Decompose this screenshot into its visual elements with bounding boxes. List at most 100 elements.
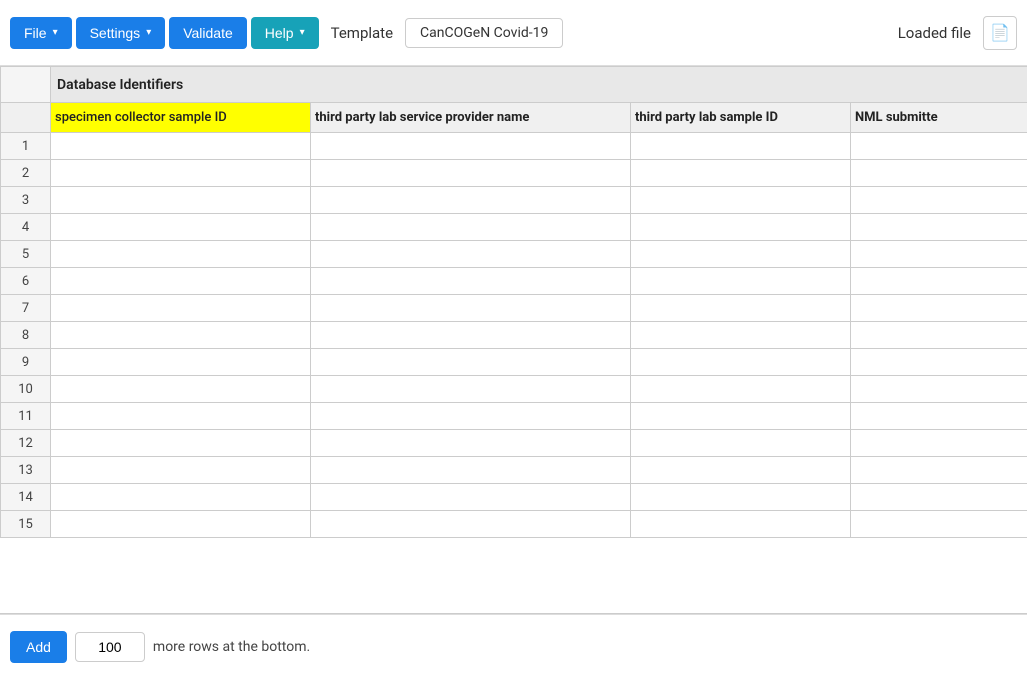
col-header-1[interactable]: third party lab service provider name <box>311 103 631 133</box>
table-row: 1 <box>1 133 1027 160</box>
group-header-cell: Database Identifiers <box>51 67 1027 103</box>
data-cell[interactable] <box>311 430 631 457</box>
rows-input[interactable] <box>75 632 145 662</box>
data-cell[interactable] <box>851 403 1027 430</box>
data-cell[interactable] <box>851 376 1027 403</box>
data-cell[interactable] <box>51 160 311 187</box>
data-cell[interactable] <box>851 160 1027 187</box>
data-cell[interactable] <box>631 376 851 403</box>
data-cell[interactable] <box>851 430 1027 457</box>
data-cell[interactable] <box>51 403 311 430</box>
validate-button[interactable]: Validate <box>169 17 247 49</box>
data-cell[interactable] <box>311 376 631 403</box>
data-cell[interactable] <box>311 511 631 538</box>
data-cell[interactable] <box>851 268 1027 295</box>
row-number-cell: 12 <box>1 430 51 457</box>
data-cell[interactable] <box>311 241 631 268</box>
table-row: 6 <box>1 268 1027 295</box>
data-cell[interactable] <box>851 133 1027 160</box>
data-cell[interactable] <box>631 295 851 322</box>
data-cell[interactable] <box>851 484 1027 511</box>
spreadsheet-container[interactable]: Database Identifiers specimen collector … <box>0 66 1027 614</box>
bottom-toolbar: Add more rows at the bottom. <box>0 614 1027 679</box>
data-cell[interactable] <box>311 214 631 241</box>
col-header-0[interactable]: specimen collector sample ID <box>51 103 311 133</box>
data-cell[interactable] <box>311 484 631 511</box>
row-number-cell: 3 <box>1 187 51 214</box>
data-cell[interactable] <box>51 268 311 295</box>
table-row: 2 <box>1 160 1027 187</box>
data-cell[interactable] <box>631 403 851 430</box>
data-cell[interactable] <box>631 133 851 160</box>
data-cell[interactable] <box>51 457 311 484</box>
file-dropdown-arrow: ▾ <box>53 27 58 38</box>
data-cell[interactable] <box>631 457 851 484</box>
data-cell[interactable] <box>311 349 631 376</box>
data-cell[interactable] <box>631 241 851 268</box>
data-cell[interactable] <box>51 349 311 376</box>
data-cell[interactable] <box>311 133 631 160</box>
data-cell[interactable] <box>631 214 851 241</box>
data-cell[interactable] <box>311 268 631 295</box>
data-cell[interactable] <box>51 187 311 214</box>
spreadsheet-table: Database Identifiers specimen collector … <box>0 66 1027 538</box>
data-cell[interactable] <box>631 160 851 187</box>
template-label: Template <box>331 24 393 42</box>
table-row: 8 <box>1 322 1027 349</box>
toolbar: File ▾ Settings ▾ Validate Help ▾ Templa… <box>0 0 1027 66</box>
data-cell[interactable] <box>631 484 851 511</box>
col-header-3[interactable]: NML submitte <box>851 103 1027 133</box>
data-cell[interactable] <box>851 322 1027 349</box>
data-cell[interactable] <box>851 214 1027 241</box>
data-cell[interactable] <box>51 484 311 511</box>
data-cell[interactable] <box>631 187 851 214</box>
add-button[interactable]: Add <box>10 631 67 663</box>
table-row: 14 <box>1 484 1027 511</box>
data-cell[interactable] <box>311 322 631 349</box>
data-cell[interactable] <box>851 511 1027 538</box>
data-cell[interactable] <box>851 241 1027 268</box>
data-cell[interactable] <box>51 241 311 268</box>
col-header-2[interactable]: third party lab sample ID <box>631 103 851 133</box>
group-header-row: Database Identifiers <box>1 67 1027 103</box>
table-row: 4 <box>1 214 1027 241</box>
data-cell[interactable] <box>311 160 631 187</box>
loaded-file-button[interactable]: 📄 <box>983 16 1017 50</box>
data-cell[interactable] <box>851 349 1027 376</box>
help-button[interactable]: Help ▾ <box>251 17 319 49</box>
add-label: Add <box>26 639 51 655</box>
corner-cell <box>1 67 51 103</box>
data-cell[interactable] <box>311 187 631 214</box>
row-number-cell: 9 <box>1 349 51 376</box>
table-row: 7 <box>1 295 1027 322</box>
row-number-cell: 8 <box>1 322 51 349</box>
table-row: 13 <box>1 457 1027 484</box>
data-cell[interactable] <box>311 403 631 430</box>
data-cell[interactable] <box>51 376 311 403</box>
data-cell[interactable] <box>51 133 311 160</box>
data-cell[interactable] <box>51 430 311 457</box>
data-cell[interactable] <box>631 268 851 295</box>
help-dropdown-arrow: ▾ <box>300 27 305 38</box>
row-number-cell: 13 <box>1 457 51 484</box>
data-cell[interactable] <box>51 511 311 538</box>
data-cell[interactable] <box>51 295 311 322</box>
data-cell[interactable] <box>851 457 1027 484</box>
row-number-cell: 6 <box>1 268 51 295</box>
settings-button[interactable]: Settings ▾ <box>76 17 166 49</box>
data-cell[interactable] <box>851 187 1027 214</box>
data-cell[interactable] <box>51 214 311 241</box>
data-cell[interactable] <box>631 322 851 349</box>
data-cell[interactable] <box>311 457 631 484</box>
data-cell[interactable] <box>631 511 851 538</box>
data-cell[interactable] <box>311 295 631 322</box>
row-number-cell: 15 <box>1 511 51 538</box>
row-num-header <box>1 103 51 133</box>
file-button[interactable]: File ▾ <box>10 17 72 49</box>
table-row: 9 <box>1 349 1027 376</box>
table-row: 3 <box>1 187 1027 214</box>
data-cell[interactable] <box>631 430 851 457</box>
data-cell[interactable] <box>631 349 851 376</box>
data-cell[interactable] <box>51 322 311 349</box>
data-cell[interactable] <box>851 295 1027 322</box>
